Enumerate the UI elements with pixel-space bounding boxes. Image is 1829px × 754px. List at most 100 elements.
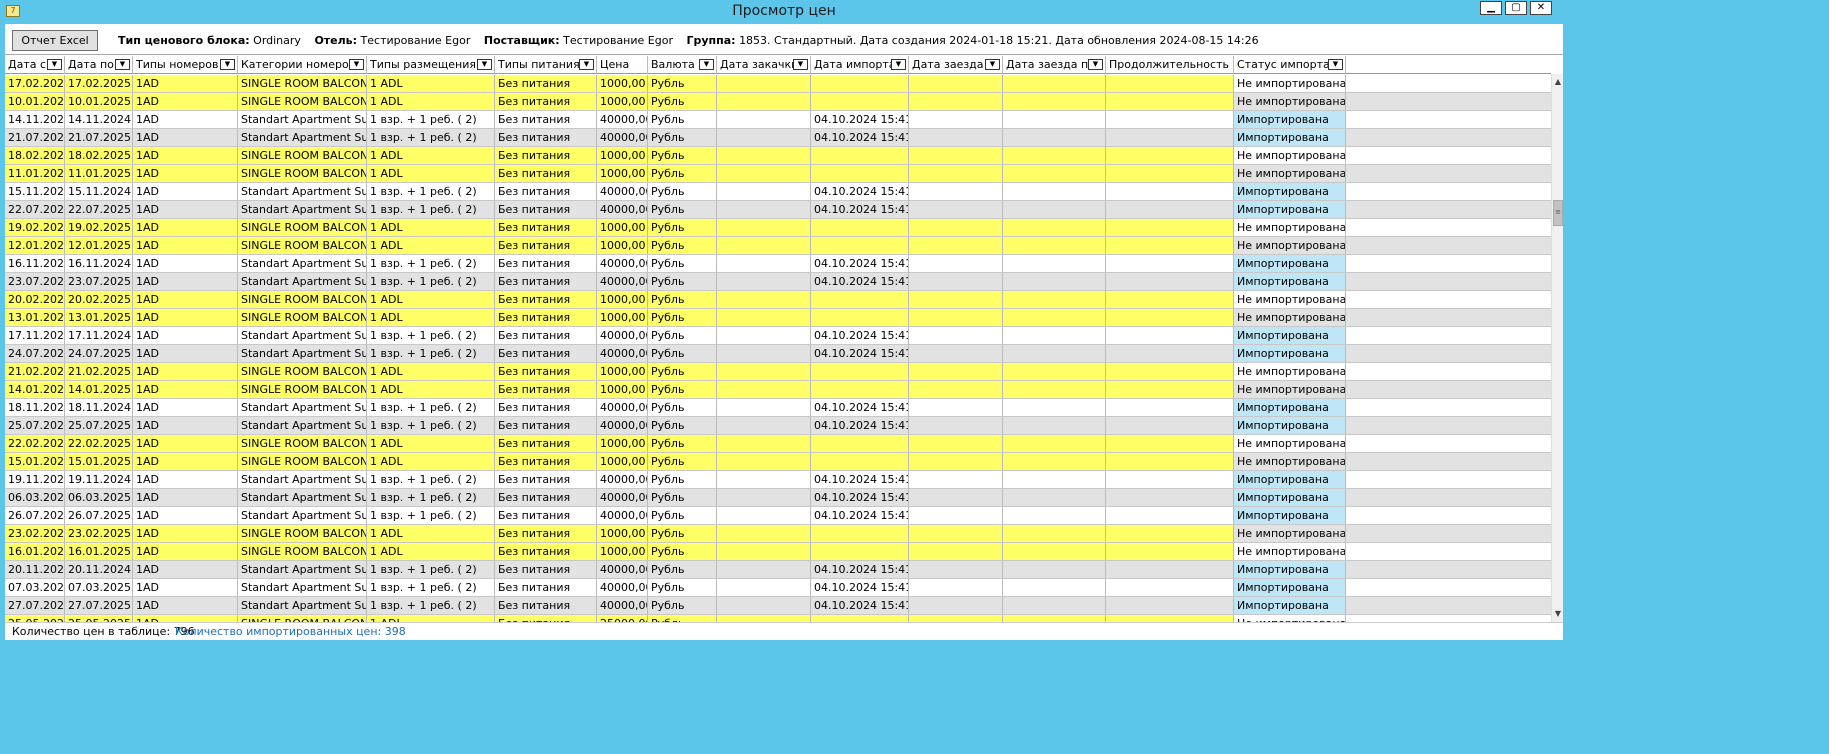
cell-checkin-to[interactable]: [1003, 183, 1106, 200]
cell-checkin-from[interactable]: [909, 579, 1003, 596]
cell-date-to[interactable]: 22.02.2025: [65, 435, 133, 452]
cell-accommodation-types[interactable]: 1 ADL: [367, 309, 495, 326]
cell-price[interactable]: 40000,00: [597, 471, 648, 488]
cell-accommodation-types[interactable]: 1 взр. + 1 реб. ( 2): [367, 471, 495, 488]
cell-date-to[interactable]: 19.02.2025: [65, 219, 133, 236]
cell-room-types[interactable]: 1AD: [133, 435, 238, 452]
cell-room-types[interactable]: 1AD: [133, 507, 238, 524]
cell-price[interactable]: 40000,00: [597, 597, 648, 614]
cell-room-types[interactable]: 1AD: [133, 111, 238, 128]
scroll-down-icon[interactable]: ▼: [1552, 608, 1564, 620]
cell-duration[interactable]: [1106, 309, 1234, 326]
dropdown-arrow-icon[interactable]: ▼: [985, 59, 1000, 70]
cell-import-status[interactable]: Импортирована: [1234, 471, 1346, 488]
dropdown-arrow-icon[interactable]: ▼: [579, 59, 594, 70]
cell-checkin-from[interactable]: [909, 93, 1003, 110]
cell-checkin-to[interactable]: [1003, 471, 1106, 488]
cell-accommodation-types[interactable]: 1 ADL: [367, 453, 495, 470]
cell-room-types[interactable]: 1AD: [133, 525, 238, 542]
cell-accommodation-types[interactable]: 1 ADL: [367, 93, 495, 110]
cell-checkin-to[interactable]: [1003, 255, 1106, 272]
scroll-up-icon[interactable]: ▲: [1552, 76, 1564, 88]
table-row[interactable]: 07.03.2025 07.03.2025 1AD Standart Apartmen…: [5, 579, 1551, 597]
cell-checkin-from[interactable]: [909, 453, 1003, 470]
table-row[interactable]: 25.05.202525.05.20251ADSINGLE ROOM BALCO…: [5, 615, 1551, 622]
cell-checkin-to[interactable]: [1003, 273, 1106, 290]
cell-date-to[interactable]: 22.07.2025: [65, 201, 133, 218]
cell-date-from[interactable]: 14.11.2024: [5, 111, 65, 128]
cell-meal-types[interactable]: Без питания: [495, 309, 597, 326]
cell-room-categories[interactable]: Standart Apartment Suite: [238, 507, 367, 524]
cell-meal-types[interactable]: Без питания: [495, 273, 597, 290]
cell-upload-date[interactable]: [717, 201, 811, 218]
cell-checkin-to[interactable]: [1003, 219, 1106, 236]
cell-date-to[interactable]: 06.03.2025: [65, 489, 133, 506]
cell-upload-date[interactable]: [717, 219, 811, 236]
cell-currency[interactable]: Рубль: [648, 453, 717, 470]
cell-import-status[interactable]: Импортирована: [1234, 327, 1346, 344]
column-header-checkin-from[interactable]: Дата заезда с ▼: [909, 56, 1003, 74]
cell-checkin-to[interactable]: [1003, 345, 1106, 362]
cell-checkin-from[interactable]: [909, 273, 1003, 290]
cell-date-from[interactable]: 12.01.2025: [5, 237, 65, 254]
cell-price[interactable]: 1000,00: [597, 309, 648, 326]
cell-accommodation-types[interactable]: 1 взр. + 1 реб. ( 2): [367, 273, 495, 290]
cell-import-status[interactable]: Не импортирована: [1234, 291, 1346, 308]
cell-upload-date[interactable]: [717, 273, 811, 290]
table-row[interactable]: 25.07.2025 25.07.2025 1AD Standart Apartmen…: [5, 417, 1551, 435]
cell-duration[interactable]: [1106, 597, 1234, 614]
maximize-button[interactable]: ▢: [1505, 1, 1527, 15]
cell-duration[interactable]: [1106, 237, 1234, 254]
table-row[interactable]: 17.11.2024 17.11.2024 1AD Standart Apartmen…: [5, 327, 1551, 345]
cell-meal-types[interactable]: Без питания: [495, 129, 597, 146]
cell-meal-types[interactable]: Без питания: [495, 507, 597, 524]
cell-meal-types[interactable]: Без питания: [495, 363, 597, 380]
cell-meal-types[interactable]: Без питания: [495, 345, 597, 362]
cell-room-types[interactable]: 1AD: [133, 615, 238, 622]
cell-checkin-from[interactable]: [909, 201, 1003, 218]
cell-duration[interactable]: [1106, 453, 1234, 470]
cell-accommodation-types[interactable]: 1 ADL: [367, 381, 495, 398]
cell-accommodation-types[interactable]: 1 ADL: [367, 543, 495, 560]
cell-date-to[interactable]: 12.01.2025: [65, 237, 133, 254]
cell-currency[interactable]: Рубль: [648, 273, 717, 290]
cell-room-categories[interactable]: SINGLE ROOM BALCONY: [238, 363, 367, 380]
cell-upload-date[interactable]: [717, 165, 811, 182]
cell-upload-date[interactable]: [717, 129, 811, 146]
cell-accommodation-types[interactable]: 1 взр. + 1 реб. ( 2): [367, 201, 495, 218]
cell-import-status[interactable]: Не импортирована: [1234, 147, 1346, 164]
cell-currency[interactable]: Рубль: [648, 129, 717, 146]
cell-meal-types[interactable]: Без питания: [495, 147, 597, 164]
cell-checkin-to[interactable]: [1003, 237, 1106, 254]
cell-date-from[interactable]: 19.02.2025: [5, 219, 65, 236]
table-row[interactable]: 11.01.2025 11.01.2025 1AD SINGLE ROOM BALCO…: [5, 165, 1551, 183]
cell-price[interactable]: 1000,00: [597, 381, 648, 398]
cell-price[interactable]: 40000,00: [597, 111, 648, 128]
column-header-room-types[interactable]: Типы номеров ▼: [133, 56, 238, 74]
cell-import-status[interactable]: Не импортирована: [1234, 543, 1346, 560]
cell-meal-types[interactable]: Без питания: [495, 561, 597, 578]
cell-room-categories[interactable]: SINGLE ROOM BALCONY: [238, 435, 367, 452]
cell-import-status[interactable]: Не импортирована: [1234, 363, 1346, 380]
cell-price[interactable]: 1000,00: [597, 93, 648, 110]
cell-import-status[interactable]: Не импортирована: [1234, 165, 1346, 182]
cell-room-types[interactable]: 1AD: [133, 147, 238, 164]
cell-date-from[interactable]: 15.11.2024: [5, 183, 65, 200]
cell-import-status[interactable]: Не импортирована: [1234, 615, 1346, 622]
cell-accommodation-types[interactable]: 1 ADL: [367, 363, 495, 380]
table-row[interactable]: 18.02.2025 18.02.2025 1AD SINGLE ROOM BALCO…: [5, 147, 1551, 165]
cell-checkin-to[interactable]: [1003, 453, 1106, 470]
close-button[interactable]: ✕: [1530, 1, 1552, 15]
table-row[interactable]: 20.02.2025 20.02.2025 1AD SINGLE ROOM BALCO…: [5, 291, 1551, 309]
cell-currency[interactable]: Рубль: [648, 93, 717, 110]
table-row[interactable]: 15.01.2025 15.01.2025 1AD SINGLE ROOM BALCO…: [5, 453, 1551, 471]
cell-currency[interactable]: Рубль: [648, 327, 717, 344]
cell-room-categories[interactable]: Standart Apartment Suite: [238, 597, 367, 614]
column-header-checkin-to[interactable]: Дата заезда по ▼: [1003, 56, 1106, 74]
cell-date-from[interactable]: 06.03.2025: [5, 489, 65, 506]
cell-room-types[interactable]: 1AD: [133, 561, 238, 578]
cell-checkin-to[interactable]: [1003, 543, 1106, 560]
cell-meal-types[interactable]: Без питания: [495, 93, 597, 110]
cell-import-date[interactable]: [811, 291, 909, 308]
cell-currency[interactable]: Рубль: [648, 255, 717, 272]
